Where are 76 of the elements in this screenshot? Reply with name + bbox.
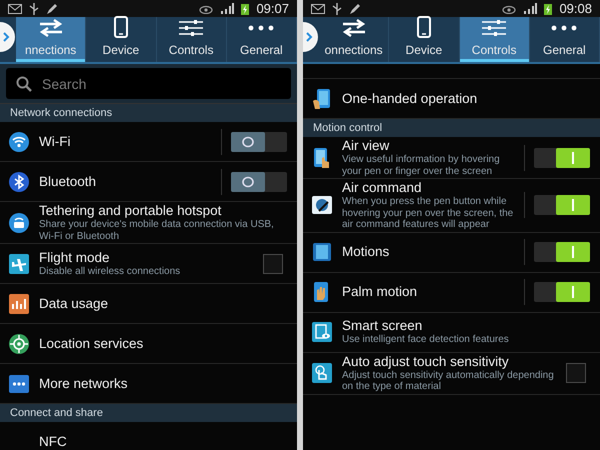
off-mark-icon: [241, 176, 255, 188]
toggle-switch[interactable]: [534, 148, 590, 168]
setting-title[interactable]: Air view: [342, 138, 515, 154]
phone-icon: [416, 16, 432, 38]
tablet-hand-icon: [311, 88, 333, 110]
setting-title[interactable]: Tethering and portable hotspot: [39, 203, 287, 219]
target-icon: [8, 332, 30, 354]
more-icon: [550, 24, 578, 32]
toggle-switch[interactable]: [534, 195, 590, 216]
setting-title[interactable]: Location services: [39, 336, 287, 352]
pencil-icon: [46, 2, 58, 14]
setting-title[interactable]: Motions: [342, 244, 515, 260]
wifi-icon: [8, 130, 30, 152]
tab[interactable]: Controls: [460, 17, 530, 62]
phone-icon: [112, 16, 129, 38]
setting-description: Disable all wireless connections: [39, 266, 182, 278]
dots-icon: [8, 372, 30, 394]
setting-title[interactable]: One-handed operation: [342, 90, 590, 106]
side-handle-icon[interactable]: [303, 22, 319, 52]
tab[interactable]: nnections: [16, 17, 86, 62]
eye-icon: [502, 4, 516, 14]
section-header: Connect and share: [0, 404, 297, 422]
section-header: Network connections: [0, 104, 297, 122]
bluetooth-icon: [8, 170, 30, 192]
toggle-switch[interactable]: [231, 172, 287, 192]
touch-icon: [311, 362, 333, 384]
toggle-switch[interactable]: [231, 132, 287, 152]
setting-title[interactable]: Flight mode: [39, 250, 254, 266]
sliders-icon: [480, 18, 508, 36]
usb-icon: [29, 2, 39, 14]
battery-icon: [544, 2, 552, 14]
setting-description: Adjust touch sensitivity automatically depending on the type of material: [342, 370, 555, 392]
hotspot-icon: [8, 212, 30, 234]
side-handle-icon[interactable]: [0, 22, 16, 52]
tab[interactable]: Device: [86, 17, 156, 62]
setting-title[interactable]: Wi-Fi: [39, 134, 212, 150]
search-bar[interactable]: Search: [6, 68, 291, 99]
mail-icon: [8, 4, 22, 14]
section-header: Motion control: [303, 119, 600, 137]
tablet-icon: [311, 241, 333, 263]
airplane-icon: [8, 252, 30, 274]
setting-title[interactable]: Data usage: [39, 296, 287, 312]
checkbox[interactable]: [566, 363, 586, 383]
setting-title[interactable]: Bluetooth: [39, 174, 212, 190]
tab[interactable]: onnections: [319, 17, 390, 62]
eye-icon: [199, 4, 214, 14]
setting-description: Use intelligent face detection features: [342, 334, 510, 346]
tab[interactable]: General: [226, 17, 297, 62]
toggle-switch[interactable]: [534, 282, 590, 302]
signal-icon: [523, 3, 538, 14]
toggle-switch[interactable]: [534, 242, 590, 262]
setting-description: Share your device's mobile data connection via USB, Wi-Fi or Bluetooth: [39, 219, 275, 242]
sliders-icon: [177, 18, 206, 36]
tab[interactable]: Controls: [156, 17, 227, 62]
setting-title[interactable]: Auto adjust touch sensitivity: [342, 354, 557, 370]
more-icon: [247, 24, 276, 32]
setting-title[interactable]: Smart screen: [342, 318, 590, 334]
checkbox[interactable]: [263, 254, 283, 274]
setting-title[interactable]: Palm motion: [342, 284, 515, 300]
mail-icon: [311, 4, 325, 14]
usb-icon: [332, 2, 342, 14]
setting-description: When you press the pen button while hovering your pen over the screen, the air command features will appear: [342, 196, 514, 230]
pencil-icon: [349, 2, 361, 14]
setting-title[interactable]: NFC: [39, 434, 287, 450]
off-mark-icon: [241, 136, 255, 148]
setting-title[interactable]: Air command: [342, 180, 515, 196]
setting-description: View useful information by hovering your pen or finger over the screen: [342, 154, 501, 177]
tab[interactable]: General: [530, 17, 600, 62]
clock-time: 09:08: [559, 1, 592, 16]
clock-time: 09:07: [256, 1, 289, 16]
eye-screen-icon: [311, 321, 333, 343]
signal-icon: [220, 3, 234, 14]
search-icon: [16, 76, 32, 92]
battery-icon: [241, 2, 250, 14]
setting-title[interactable]: More networks: [39, 376, 287, 392]
chart-icon: [8, 292, 30, 314]
